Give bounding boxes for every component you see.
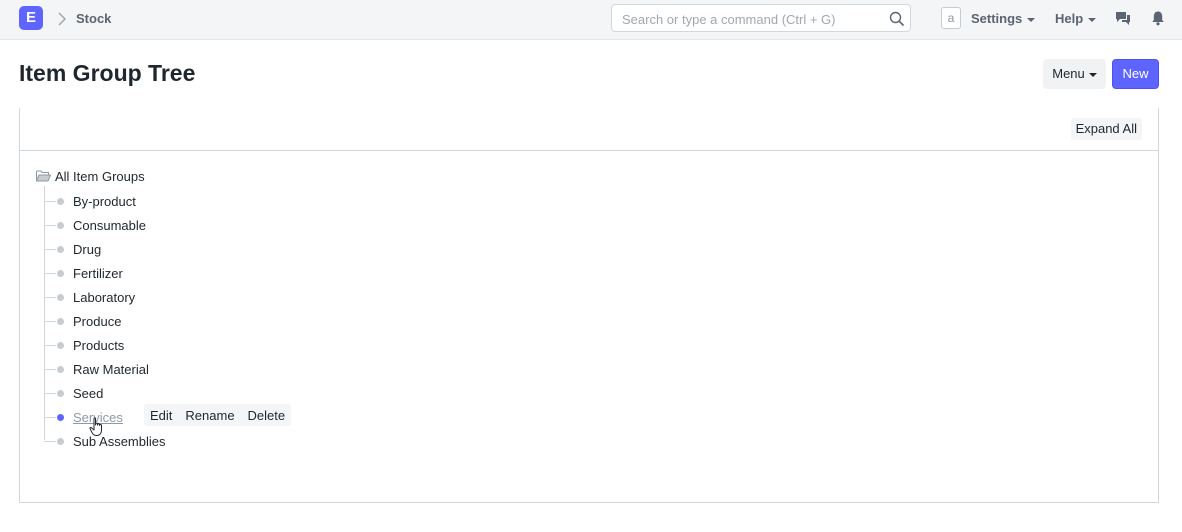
hand-pointer-cursor bbox=[89, 417, 102, 436]
help-dropdown[interactable]: Help bbox=[1055, 11, 1097, 26]
settings-label: Settings bbox=[971, 11, 1023, 26]
tree-connector bbox=[44, 249, 56, 250]
caret-down-icon bbox=[1088, 72, 1097, 77]
tree-panel: Expand All All Item Groups By-product Co… bbox=[19, 108, 1159, 503]
edit-button[interactable]: Edit bbox=[150, 408, 172, 423]
tree-node-label[interactable]: Drug bbox=[73, 242, 101, 257]
help-label: Help bbox=[1055, 11, 1084, 26]
tree-connector bbox=[44, 297, 56, 298]
node-dot-icon bbox=[57, 342, 64, 349]
folder-open-icon bbox=[36, 170, 51, 182]
node-dot-icon bbox=[57, 390, 64, 397]
tree-node-label[interactable]: Produce bbox=[73, 314, 121, 329]
menu-button-label: Menu bbox=[1052, 66, 1085, 81]
app-logo[interactable]: E bbox=[19, 6, 43, 30]
tree-root-label: All Item Groups bbox=[55, 169, 145, 184]
tree-connector bbox=[44, 345, 56, 346]
tree-node-label[interactable]: Products bbox=[73, 338, 124, 353]
menu-button[interactable]: Menu bbox=[1043, 59, 1106, 89]
tree-node-label[interactable]: Seed bbox=[73, 386, 103, 401]
expand-all-button[interactable]: Expand All bbox=[1070, 118, 1142, 140]
node-dot-icon bbox=[57, 414, 64, 421]
node-dot-icon bbox=[57, 222, 64, 229]
tree-connector bbox=[44, 225, 56, 226]
tree-node-label[interactable]: By-product bbox=[73, 194, 136, 209]
caret-down-icon bbox=[1027, 17, 1036, 22]
node-action-toolbar: Edit Rename Delete bbox=[144, 404, 292, 426]
delete-button[interactable]: Delete bbox=[248, 408, 286, 423]
chevron-right-icon bbox=[58, 12, 67, 26]
bell-icon[interactable] bbox=[1150, 10, 1166, 26]
new-button[interactable]: New bbox=[1112, 59, 1159, 89]
tree-node-label[interactable]: Laboratory bbox=[73, 290, 135, 305]
tree-connector bbox=[44, 201, 56, 202]
tree-node-label[interactable]: Raw Material bbox=[73, 362, 149, 377]
node-dot-icon bbox=[57, 294, 64, 301]
search-input[interactable] bbox=[622, 10, 882, 28]
tree-connector bbox=[44, 369, 56, 370]
user-avatar[interactable]: a bbox=[941, 7, 961, 29]
panel-toolbar: Expand All bbox=[20, 108, 1158, 151]
search-icon[interactable] bbox=[889, 11, 905, 27]
rename-button[interactable]: Rename bbox=[185, 408, 234, 423]
node-dot-icon bbox=[57, 270, 64, 277]
search-bar[interactable] bbox=[611, 4, 911, 32]
node-dot-icon bbox=[57, 438, 64, 445]
node-dot-icon bbox=[57, 366, 64, 373]
tree-node-label[interactable]: Fertilizer bbox=[73, 266, 123, 281]
page-title: Item Group Tree bbox=[19, 60, 196, 86]
tree-connector bbox=[44, 417, 56, 418]
tree-connector bbox=[44, 273, 56, 274]
node-dot-icon bbox=[57, 246, 64, 253]
breadcrumb-stock[interactable]: Stock bbox=[76, 11, 111, 26]
tree-connector bbox=[44, 441, 56, 442]
node-dot-icon bbox=[57, 198, 64, 205]
tree-connector bbox=[44, 393, 56, 394]
tree-node-label[interactable]: Sub Assemblies bbox=[73, 434, 166, 449]
navbar: E Stock a Settings Help bbox=[0, 0, 1182, 40]
tree-node-label[interactable]: Consumable bbox=[73, 218, 146, 233]
chat-icon[interactable] bbox=[1115, 10, 1131, 26]
tree-connector bbox=[44, 321, 56, 322]
node-dot-icon bbox=[57, 318, 64, 325]
caret-down-icon bbox=[1088, 17, 1097, 22]
settings-dropdown[interactable]: Settings bbox=[971, 11, 1036, 26]
